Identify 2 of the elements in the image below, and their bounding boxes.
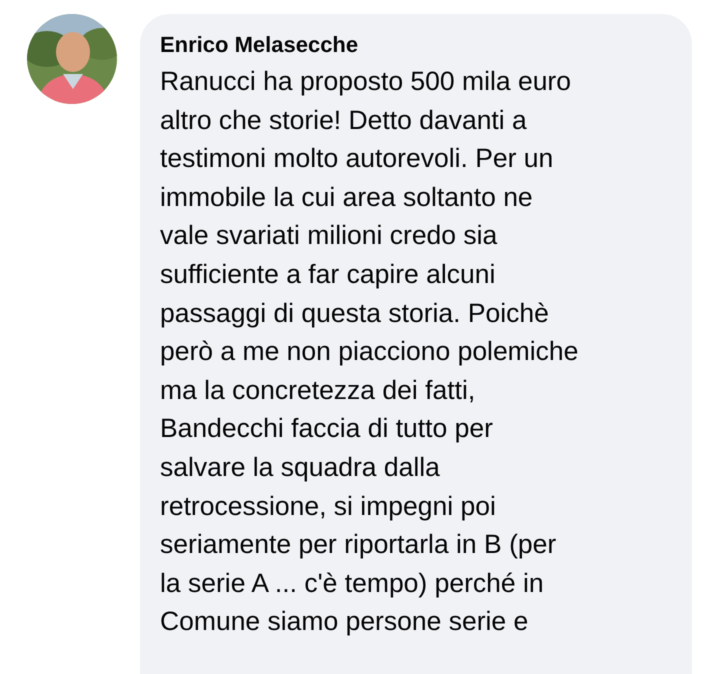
- author-name[interactable]: Enrico Melasecche: [160, 30, 358, 60]
- comment-text: Ranucci ha proposto 500 mila euro altro che storie! Detto davanti a testimoni molto autorevoli. Per un immobile la cui area soltanto ne vale svariati milioni credo sia sufficiente a far capire alcuni passaggi di questa storia. Poichè però a me non piacciono polemiche ma la concretezza dei fatti, Bandecchi faccia di tutto per salvare la squadra dalla retrocessione, si impegni poi seriamente per riportarla in B (per la serie A ... c'è tempo) perché in Comune siamo persone serie e: [160, 65, 580, 638]
